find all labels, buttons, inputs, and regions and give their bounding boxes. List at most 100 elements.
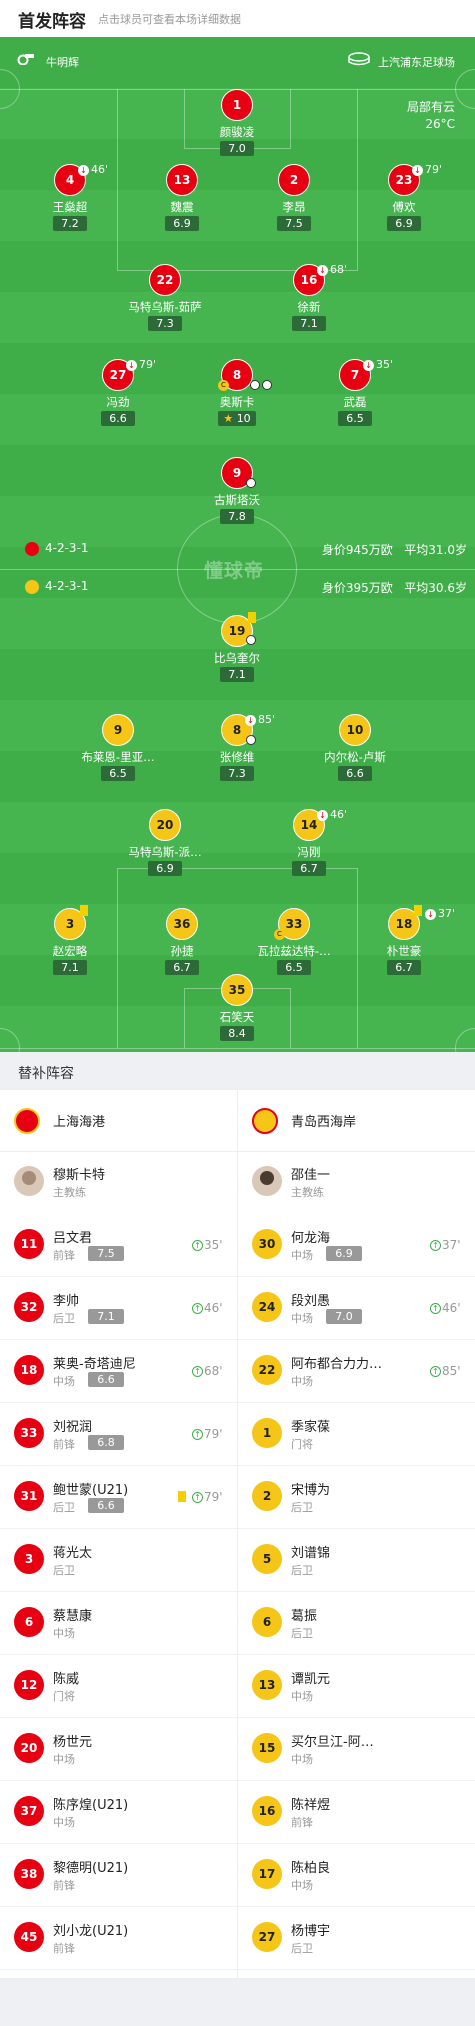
pitch-player[interactable]: 20 马特乌斯-派… 6.9 [110,809,220,893]
away-coach-name[interactable]: 邵佳一 [291,1164,330,1183]
pitch-player[interactable]: 18 朴世豪 6.7 [349,908,459,992]
sub-name[interactable]: 葛振 [291,1605,317,1624]
sub-name[interactable]: 阿布都合力力… [291,1353,382,1372]
pitch-player[interactable]: 9 古斯塔沃 7.8 [182,457,292,541]
sub-row: 20 杨世元 中场 15 买尔旦江-阿… 中场 [0,1718,475,1781]
player-name: 赵宏略 [52,944,88,958]
home-coach-role: 主教练 [53,1186,86,1199]
sub-number[interactable]: 31 [14,1481,44,1511]
sub-number[interactable]: 12 [14,1670,44,1700]
sub-position: 中场 [291,1375,313,1388]
player-name: 朴世豪 [386,944,422,958]
sub-name[interactable]: 蒋光太 [53,1542,92,1561]
goal-ball-icon [250,380,260,390]
pitch-player[interactable]: 7 武磊 6.5 [300,359,410,443]
away-team-logo-icon [252,1108,278,1134]
pitch-player[interactable]: 4 王燊超 7.2 [15,164,125,248]
sub-in-icon: ↑ [430,1366,441,1377]
pitch-player[interactable]: 16 徐新 7.1 [254,264,364,348]
sub-name[interactable]: 李帅 [53,1290,79,1309]
sub-number[interactable]: 24 [252,1292,282,1322]
player-name: 瓦拉兹达特-… [257,944,331,958]
sub-row: 33 刘祝润 前锋 6.8 ↑ 79' 1 季家葆 门将 [0,1403,475,1466]
top-team-formation: 4-2-3-1 [25,541,89,556]
bottom-team-logo-icon [25,579,39,594]
sub-name[interactable]: 鲍世蒙(U21) [53,1479,128,1498]
sub-name[interactable]: 陈柏良 [291,1857,330,1876]
sub-position: 后卫 [53,1312,75,1325]
sub-number[interactable]: 20 [14,1733,44,1763]
sub-name[interactable]: 陈祥煜 [291,1794,330,1813]
sub-number[interactable]: 27 [252,1922,282,1952]
sub-name[interactable]: 杨世元 [53,1731,92,1750]
pitch-player[interactable]: 22 马特乌斯-茹萨 7.3 [110,264,220,348]
whistle-icon [17,54,34,65]
sub-name[interactable]: 杨博宇 [291,1920,330,1939]
player-rating: 6.7 [387,960,421,975]
pitch-player[interactable]: 23 傅欢 6.9 [349,164,459,248]
sub-name[interactable]: 段刘愚 [291,1290,330,1309]
sub-number[interactable]: 2 [252,1481,282,1511]
sub-name[interactable]: 刘祝润 [53,1416,92,1435]
home-coach-name[interactable]: 穆斯卡特 [53,1164,105,1183]
sub-name[interactable]: 宋博为 [291,1479,330,1498]
pitch-player[interactable]: 8 张修维 7.3 [182,714,292,798]
sub-number[interactable]: 45 [14,1922,44,1952]
sub-number[interactable]: 11 [14,1229,44,1259]
sub-name[interactable]: 何龙海 [291,1227,330,1246]
assist-icon [246,478,256,488]
sub-number[interactable]: 5 [252,1544,282,1574]
player-number: 20 [149,809,181,841]
pitch-player[interactable]: 27 冯劲 6.6 [63,359,173,443]
sub-number[interactable]: 13 [252,1670,282,1700]
temperature-text: 26°C [425,117,455,131]
player-rating: 7.3 [148,316,182,331]
pitch-player[interactable]: 14 冯刚 6.7 [254,809,364,893]
sub-position: 前锋 [53,1879,75,1892]
sub-name[interactable]: 刘小龙(U21) [53,1920,128,1939]
sub-number[interactable]: 18 [14,1355,44,1385]
sub-name[interactable]: 陈序煌(U21) [53,1794,128,1813]
sub-name[interactable]: 陈威 [53,1668,79,1687]
pitch-player[interactable]: 9 布莱恩-里亚… 6.5 [63,714,173,798]
player-rating: 7.1 [53,960,87,975]
sub-number[interactable]: 15 [252,1733,282,1763]
pitch-player[interactable]: 1 颜骏凌 7.0 [182,89,292,173]
pitch-player[interactable]: 2 李昂 7.5 [239,164,349,248]
sub-name[interactable]: 黎德明(U21) [53,1857,128,1876]
sub-number[interactable]: 32 [14,1292,44,1322]
sub-out-marker: ↓ 37' [425,907,455,920]
pitch-player[interactable]: 13 魏震 6.9 [127,164,237,248]
sub-name[interactable]: 吕文君 [53,1227,92,1246]
sub-number[interactable]: 3 [14,1544,44,1574]
bottom-team-formation: 4-2-3-1 [25,579,89,594]
sub-name[interactable]: 谭凯元 [291,1668,330,1687]
pitch-player[interactable]: 8 奥斯卡 ★ 10 [182,359,292,443]
away-coach-avatar [252,1166,282,1196]
sub-name[interactable]: 季家葆 [291,1416,330,1435]
sub-number[interactable]: 6 [252,1607,282,1637]
pitch-player[interactable]: 35 石笑天 8.4 [182,974,292,1052]
sub-number[interactable]: 17 [252,1859,282,1889]
football-pitch: 懂球帝 牛明辉 上汽浦东足球场 局部有云 26°C 1 颜骏凌 7.0 4 王燊… [0,37,475,1052]
pitch-player[interactable]: 3 赵宏略 7.1 [15,908,125,992]
sub-number[interactable]: 38 [14,1859,44,1889]
subs-title: 替补阵容 [18,1066,74,1082]
pitch-player[interactable]: 10 内尔松-卢斯 6.6 [300,714,410,798]
sub-number[interactable]: 30 [252,1229,282,1259]
player-name: 魏震 [170,200,194,214]
sub-number[interactable]: 1 [252,1418,282,1448]
yellow-card-icon [414,905,422,916]
sub-number[interactable]: 22 [252,1355,282,1385]
home-team-logo-icon [14,1108,40,1134]
sub-name[interactable]: 莱奥-奇塔迪尼 [53,1353,136,1372]
sub-number[interactable]: 16 [252,1796,282,1826]
sub-number[interactable]: 6 [14,1607,44,1637]
sub-number[interactable]: 33 [14,1418,44,1448]
sub-number[interactable]: 37 [14,1796,44,1826]
sub-name[interactable]: 买尔旦江-阿… [291,1731,374,1750]
subs-header: 替补阵容 [0,1052,475,1090]
pitch-player[interactable]: 19 比乌奎尔 7.1 [182,615,292,699]
sub-name[interactable]: 刘谱锦 [291,1542,330,1561]
sub-name[interactable]: 蔡慧康 [53,1605,92,1624]
